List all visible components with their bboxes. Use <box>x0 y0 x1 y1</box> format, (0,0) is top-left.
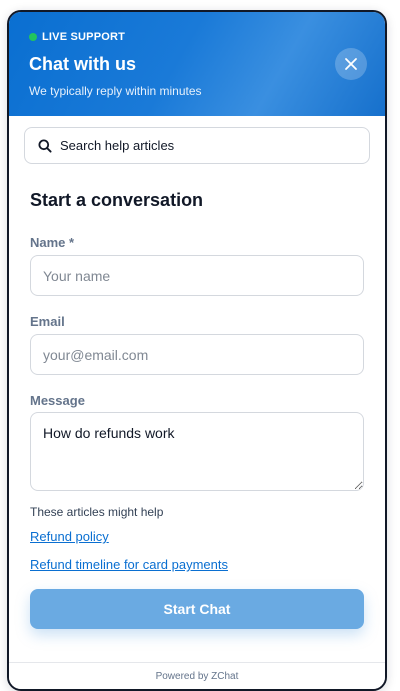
name-label: Name * <box>30 235 75 250</box>
chat-widget: LIVE SUPPORT Chat with us We typically r… <box>7 10 387 691</box>
article-link-refund-timeline[interactable]: Refund timeline for card payments <box>30 557 228 572</box>
powered-by-text: Powered by ZChat <box>155 670 239 682</box>
close-button[interactable] <box>335 48 367 80</box>
message-label: Message <box>30 393 85 408</box>
search-icon <box>38 139 52 153</box>
search-input[interactable] <box>60 138 340 153</box>
live-support-label: LIVE SUPPORT <box>42 31 126 43</box>
close-icon <box>345 58 357 70</box>
search-box[interactable] <box>24 127 370 164</box>
live-support-badge: LIVE SUPPORT <box>29 31 125 43</box>
suggestions-heading: These articles might help <box>30 505 164 519</box>
powered-by-footer: Powered by ZChat <box>9 662 385 689</box>
email-label: Email <box>30 314 65 329</box>
widget-header: LIVE SUPPORT Chat with us We typically r… <box>9 12 385 116</box>
name-field[interactable] <box>30 255 364 296</box>
online-status-dot <box>29 33 37 41</box>
article-link-refund-policy[interactable]: Refund policy <box>30 529 109 544</box>
widget-title: Chat with us <box>29 54 136 74</box>
widget-subtitle: We typically reply within minutes <box>29 84 202 98</box>
form-title: Start a conversation <box>30 190 204 210</box>
message-field[interactable]: How do refunds work <box>30 412 364 491</box>
start-chat-button[interactable]: Start Chat <box>30 589 364 629</box>
email-field[interactable] <box>30 334 364 375</box>
